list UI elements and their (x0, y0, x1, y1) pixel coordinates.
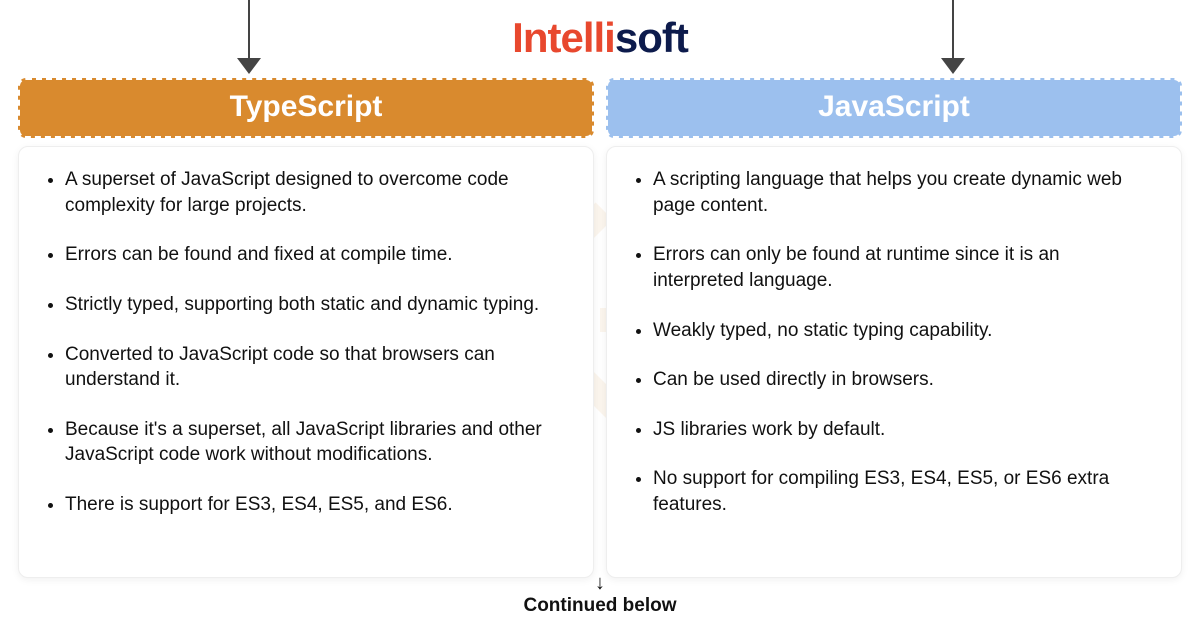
column-header-typescript: TypeScript (18, 78, 594, 138)
card-typescript: A superset of JavaScript designed to ove… (18, 146, 594, 578)
list-item: Errors can be found and fixed at compile… (65, 242, 567, 268)
list-item: Because it's a superset, all JavaScript … (65, 417, 567, 468)
arrow-down-icon: ↓ (523, 573, 676, 593)
comparison-diagram: Intellisoft TypeScript A superset of Jav… (0, 0, 1200, 627)
list-item: Weakly typed, no static typing capabilit… (653, 318, 1155, 344)
column-header-javascript: JavaScript (606, 78, 1182, 138)
hanger-icon (952, 0, 954, 60)
continued-footer: ↓ Continued below (523, 573, 676, 617)
list-item: Errors can only be found at runtime sinc… (653, 242, 1155, 293)
columns: TypeScript A superset of JavaScript desi… (18, 78, 1182, 578)
points-javascript: A scripting language that helps you crea… (633, 167, 1155, 518)
list-item: Converted to JavaScript code so that bro… (65, 342, 567, 393)
continued-label: Continued below (523, 595, 676, 616)
list-item: No support for compiling ES3, ES4, ES5, … (653, 466, 1155, 517)
brand-part2: soft (615, 14, 688, 61)
points-typescript: A superset of JavaScript designed to ove… (45, 167, 567, 518)
column-javascript: JavaScript A scripting language that hel… (606, 78, 1182, 578)
list-item: Strictly typed, supporting both static a… (65, 292, 567, 318)
list-item: Can be used directly in browsers. (653, 367, 1155, 393)
list-item: There is support for ES3, ES4, ES5, and … (65, 492, 567, 518)
brand-logo: Intellisoft (512, 14, 688, 62)
brand-part1: Intelli (512, 14, 615, 61)
list-item: A scripting language that helps you crea… (653, 167, 1155, 218)
hanger-icon (248, 0, 250, 60)
list-item: JS libraries work by default. (653, 417, 1155, 443)
list-item: A superset of JavaScript designed to ove… (65, 167, 567, 218)
card-javascript: A scripting language that helps you crea… (606, 146, 1182, 578)
column-typescript: TypeScript A superset of JavaScript desi… (18, 78, 594, 578)
